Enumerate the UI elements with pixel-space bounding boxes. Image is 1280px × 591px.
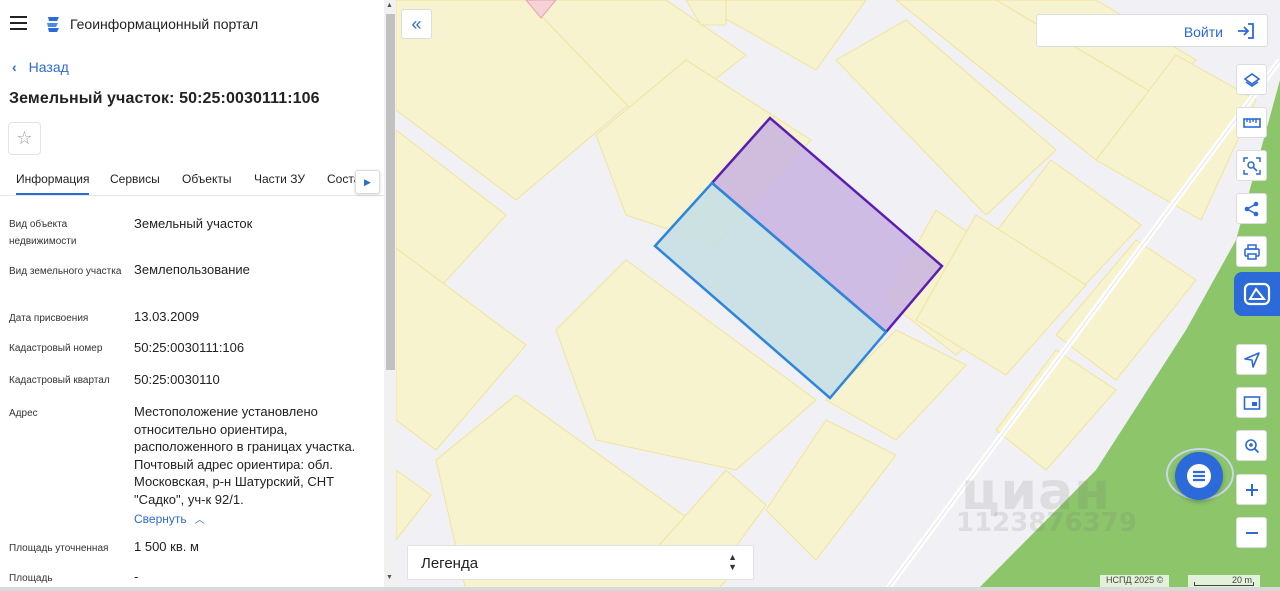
field-label: Адрес: [9, 408, 38, 419]
tab-bar: Информация Сервисы Объекты Части ЗУ Сост…: [0, 164, 384, 196]
favorite-button[interactable]: ☆: [8, 122, 41, 155]
field-value: Землепользование: [134, 262, 250, 277]
ruler-button[interactable]: [1236, 107, 1267, 138]
field-value: 50:25:0030110: [134, 372, 220, 387]
address-value: Местоположение установлено относительно …: [134, 404, 356, 507]
field-value: 50:25:0030111:106: [134, 340, 245, 355]
field-label: Дата присвоения: [9, 313, 89, 324]
field-value: 1 500 кв. м: [134, 539, 199, 554]
login-icon[interactable]: [1237, 23, 1255, 39]
app-root: Геоинформационный портал ‹ Назад Земельны…: [0, 0, 1280, 591]
collapse-panel-button[interactable]: «: [401, 9, 432, 39]
login-button[interactable]: Войти: [1184, 24, 1223, 40]
double-chevron-left-icon: «: [411, 13, 422, 34]
layers-icon: [1243, 72, 1260, 87]
map-canvas[interactable]: [396, 0, 1280, 591]
print-icon: [1243, 243, 1260, 260]
scroll-up-icon[interactable]: ▲: [386, 2, 393, 9]
back-label: Назад: [28, 59, 69, 75]
portal-logo-icon: [47, 17, 59, 32]
legend-dropdown[interactable]: Легенда ▲ ▼: [407, 545, 754, 580]
field-value: -: [134, 569, 139, 584]
chevron-up-icon: ︿: [194, 515, 205, 526]
scroll-down-icon[interactable]: ▼: [386, 574, 393, 581]
page-title: Земельный участок: 50:25:0030111:106: [9, 90, 320, 107]
bottom-strip: [0, 587, 1280, 591]
hamburger-icon[interactable]: [10, 16, 27, 30]
chevron-left-icon: ‹: [12, 59, 17, 75]
ruler-icon: [1242, 117, 1261, 128]
collapse-link[interactable]: Свернуть ︿: [134, 511, 205, 526]
triangle-right-icon: ▶: [364, 176, 371, 187]
tabs-scroll-right-button[interactable]: ▶: [355, 170, 380, 194]
geo-search-button[interactable]: [1236, 430, 1267, 461]
watermark-id: 1123876379: [956, 508, 1137, 538]
zoom-in-icon: [1245, 483, 1258, 496]
collapse-label: Свернуть: [134, 512, 187, 526]
field-label: Кадастровый квартал: [9, 375, 110, 386]
chat-icon: [1187, 464, 1211, 488]
scrollbar-thumb[interactable]: [386, 14, 395, 370]
zoom-in-button[interactable]: [1236, 474, 1267, 505]
portal-title: Геоинформационный портал: [70, 16, 259, 32]
field-label: Кадастровый номер: [9, 343, 103, 354]
area-select-icon: [1242, 156, 1261, 175]
star-icon: ☆: [16, 128, 33, 148]
field-label: Площадь: [9, 573, 53, 584]
area-select-button[interactable]: [1236, 150, 1267, 181]
locate-button[interactable]: [1236, 344, 1267, 375]
minimap-icon: [1243, 395, 1260, 410]
info-panel: Геоинформационный портал ‹ Назад Земельны…: [0, 0, 396, 591]
print-button[interactable]: [1236, 236, 1267, 267]
field-label: Площадь уточненная: [9, 543, 109, 554]
legend-label: Легенда: [421, 555, 479, 572]
field-value: Земельный участок: [134, 216, 253, 231]
layers-button[interactable]: [1236, 64, 1267, 95]
tab-services[interactable]: Сервисы: [110, 172, 160, 186]
share-icon: [1244, 201, 1258, 216]
top-bar: Геоинформационный портал: [0, 0, 384, 48]
minimap-button[interactable]: [1236, 387, 1267, 418]
locate-icon: [1243, 351, 1260, 368]
zoom-out-button[interactable]: [1236, 517, 1267, 548]
map-view[interactable]: циан 1123876379 « Войти Легенда ▲ ▼ НСПД…: [396, 0, 1280, 591]
tab-parts[interactable]: Части ЗУ: [254, 172, 305, 186]
tab-objects[interactable]: Объекты: [182, 172, 232, 186]
field-label: Вид земельного участка: [9, 266, 122, 277]
scale-line: [1194, 582, 1254, 586]
back-link[interactable]: ‹ Назад: [12, 59, 69, 75]
sort-arrows-icon: ▲ ▼: [728, 552, 737, 572]
field-value: 13.03.2009: [134, 309, 200, 324]
login-bar: Войти: [1036, 14, 1268, 47]
geo-search-icon: [1244, 438, 1259, 453]
tab-information[interactable]: Информация: [16, 172, 90, 195]
share-button[interactable]: [1236, 193, 1267, 224]
nspd-logo-icon: [1243, 282, 1271, 306]
field-label: Вид объекта недвижимости: [9, 219, 77, 247]
nspd-button[interactable]: [1234, 272, 1280, 316]
chat-button[interactable]: [1175, 452, 1223, 500]
zoom-out-icon: [1245, 531, 1258, 534]
